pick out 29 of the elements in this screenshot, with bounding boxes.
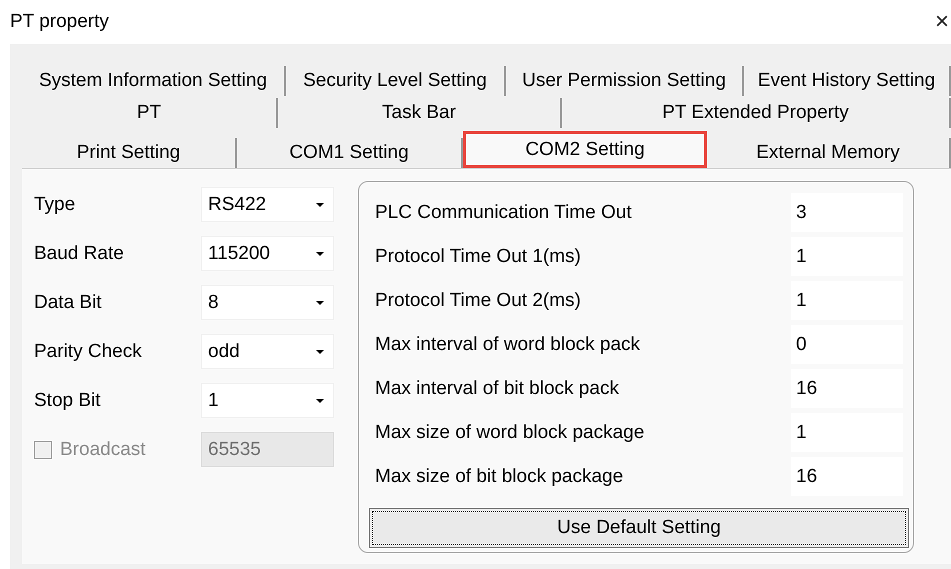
dropdown[interactable]: 115200 xyxy=(201,236,334,271)
default-button[interactable]: Use Default Setting xyxy=(369,508,909,548)
field-label: Max interval of bit block pack xyxy=(375,378,619,400)
dropdown[interactable]: odd xyxy=(201,334,334,369)
field-label: Type xyxy=(34,194,76,216)
field-label: Max size of word block package xyxy=(375,422,644,444)
input-field[interactable]: 0 xyxy=(791,325,903,364)
window-title: PT property xyxy=(10,11,109,33)
field-label: Protocol Time Out 2(ms) xyxy=(375,290,581,312)
input-field[interactable]: 16 xyxy=(791,457,903,496)
field-label: PLC Communication Time Out xyxy=(375,202,632,224)
close-button[interactable]: × xyxy=(934,8,949,36)
dropdown[interactable]: RS422 xyxy=(201,187,334,222)
dropdown[interactable]: 8 xyxy=(201,285,334,320)
field-label: Max interval of word block pack xyxy=(375,334,640,356)
dropdown[interactable]: 1 xyxy=(201,383,334,418)
tab[interactable]: COM2 Setting xyxy=(463,131,707,168)
input-field[interactable]: 3 xyxy=(791,193,903,232)
field-label: Protocol Time Out 1(ms) xyxy=(375,246,581,268)
input-field[interactable]: 16 xyxy=(791,369,903,408)
field-label: Max size of bit block package xyxy=(375,466,624,488)
field-label: Stop Bit xyxy=(34,390,101,412)
checkbox-label: Broadcast xyxy=(60,438,146,460)
field-label: Parity Check xyxy=(34,340,142,362)
field-label: Data Bit xyxy=(34,292,102,314)
field-label: Baud Rate xyxy=(34,242,124,264)
input-field[interactable]: 1 xyxy=(791,281,903,320)
input-field[interactable]: 1 xyxy=(791,237,903,276)
input-field[interactable]: 1 xyxy=(791,413,903,452)
